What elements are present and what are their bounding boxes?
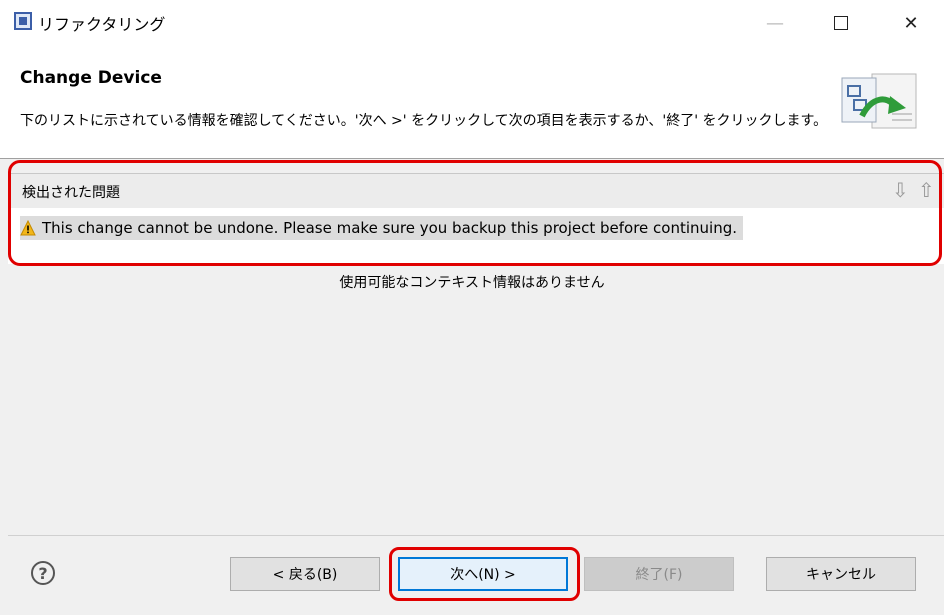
close-icon: ✕ [903, 12, 919, 34]
help-icon[interactable]: ? [31, 561, 55, 585]
wizard-description: 下のリストに示されている情報を確認してください。'次へ >' をクリックして次の… [20, 113, 828, 129]
footer-divider [8, 535, 944, 536]
problems-header: 検出された問題 ⇩ ⇧ [8, 173, 944, 209]
arrow-up-icon[interactable]: ⇧ [918, 178, 935, 202]
problem-message: This change cannot be undone. Please mak… [42, 219, 738, 237]
window-title: リファクタリング [38, 15, 166, 34]
finish-button[interactable]: 終了(F) [584, 557, 734, 591]
wizard-title: Change Device [20, 68, 162, 88]
list-item[interactable]: This change cannot be undone. Please mak… [20, 216, 744, 240]
close-button[interactable]: ✕ [888, 6, 934, 40]
back-button[interactable]: < 戻る(B) [230, 557, 380, 591]
problems-title: 検出された問題 [22, 185, 120, 201]
next-button[interactable]: 次へ(N) > [398, 557, 568, 591]
problems-list[interactable]: This change cannot be undone. Please mak… [8, 208, 944, 264]
cancel-button[interactable]: キャンセル [766, 557, 916, 591]
context-message: 使用可能なコンテキスト情報はありません [339, 275, 605, 291]
arrow-down-icon[interactable]: ⇩ [892, 178, 909, 202]
minimize-button[interactable]: — [752, 6, 798, 40]
wizard-header: Change Device 下のリストに示されている情報を確認してください。'次… [0, 48, 944, 158]
warning-icon [20, 220, 36, 236]
header-divider [0, 158, 944, 159]
maximize-button[interactable] [818, 6, 864, 40]
title-bar: リファクタリング — ✕ [0, 0, 944, 48]
maximize-icon [834, 16, 848, 30]
minimize-icon: — [766, 12, 784, 34]
app-icon [14, 12, 32, 30]
refactoring-wizard-icon [841, 73, 917, 129]
problems-panel: 検出された問題 ⇩ ⇧ This change cannot be undone… [8, 160, 944, 268]
